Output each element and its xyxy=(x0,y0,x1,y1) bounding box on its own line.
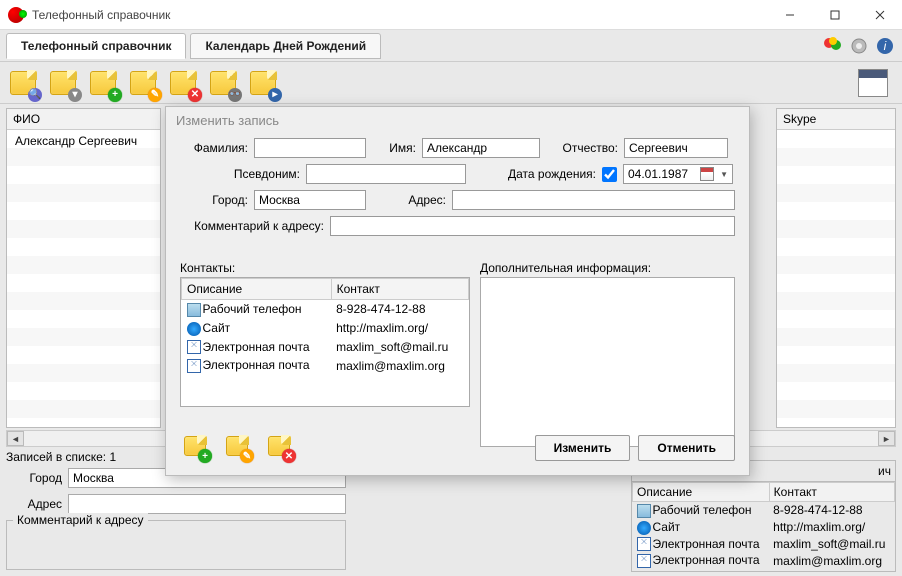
tool-export[interactable]: ▸ xyxy=(246,66,280,100)
table-row[interactable]: Сайтhttp://maxlim.org/ xyxy=(182,319,469,338)
globe-icon xyxy=(187,322,201,336)
contact-delete-button[interactable]: ✕ xyxy=(264,431,294,461)
apply-button[interactable]: Изменить xyxy=(535,435,631,461)
phone-icon xyxy=(637,504,651,518)
tabs-bar: Телефонный справочник Календарь Дней Рож… xyxy=(0,30,902,62)
contacts-preview-panel: ич ОписаниеКонтакт Рабочий телефон8-928-… xyxy=(631,460,896,572)
cancel-button[interactable]: Отменить xyxy=(638,435,735,461)
lastname-label: Фамилия: xyxy=(180,141,248,155)
dialog-buttons: Изменить Отменить xyxy=(535,435,735,461)
firstname-field[interactable] xyxy=(422,138,540,158)
birthdate-value: 04.01.1987 xyxy=(628,167,688,181)
tool-filter-lens[interactable]: 🔍 xyxy=(6,66,40,100)
tool-add[interactable]: + xyxy=(86,66,120,100)
tool-edit[interactable]: ✎ xyxy=(126,66,160,100)
window-title: Телефонный справочник xyxy=(32,8,767,22)
tab-directory[interactable]: Телефонный справочник xyxy=(6,33,186,59)
tool-filter-funnel[interactable]: ▾ xyxy=(46,66,80,100)
tool-delete[interactable]: ✕ xyxy=(166,66,200,100)
balloons-icon[interactable] xyxy=(822,35,844,57)
minimize-button[interactable] xyxy=(767,0,812,30)
mail-icon xyxy=(187,359,201,373)
contacts-section: Контакты: ОписаниеКонтакт Рабочий телефо… xyxy=(180,261,470,407)
address-comment-group: Комментарий к адресу xyxy=(6,520,346,570)
city-label: Город xyxy=(6,471,62,485)
contact-edit-button[interactable]: ✎ xyxy=(222,431,252,461)
close-button[interactable] xyxy=(857,0,902,30)
col-contact: Контакт xyxy=(331,279,468,300)
table-row[interactable]: Электронная почтаmaxlim@maxlim.org xyxy=(633,552,895,569)
records-count: Записей в списке: 1 xyxy=(6,450,116,464)
city-label: Город: xyxy=(180,193,248,207)
info-icon[interactable]: i xyxy=(874,35,896,57)
address-comment-label: Комментарий к адресу xyxy=(13,513,148,527)
settings-gear-icon[interactable] xyxy=(848,35,870,57)
tool-search[interactable]: 👓 xyxy=(206,66,240,100)
nickname-label: Псевдоним: xyxy=(180,167,300,181)
list-item[interactable]: Александр Сергеевич xyxy=(7,130,160,152)
table-row[interactable]: Электронная почтаmaxlim_soft@mail.ru xyxy=(182,338,469,357)
patronymic-label: Отчество: xyxy=(540,141,618,155)
contacts-label: Контакты: xyxy=(180,261,470,275)
scroll-left-button[interactable]: ◄ xyxy=(7,431,24,446)
record-summary-form: Город Адрес Комментарий к адресу xyxy=(6,468,346,570)
nickname-field[interactable] xyxy=(306,164,466,184)
address-label: Адрес: xyxy=(366,193,446,207)
phone-icon xyxy=(187,303,201,317)
contact-add-button[interactable]: + xyxy=(180,431,210,461)
address-label: Адрес xyxy=(6,497,62,511)
table-row[interactable]: Рабочий телефон8-928-474-12-88 xyxy=(182,300,469,319)
fio-header: ФИО xyxy=(7,109,160,130)
col-desc: Описание xyxy=(182,279,332,300)
calendar-icon[interactable] xyxy=(856,66,890,100)
globe-icon xyxy=(637,521,651,535)
table-row[interactable]: Электронная почтаmaxlim_soft@mail.ru xyxy=(633,536,895,553)
lastname-field[interactable] xyxy=(254,138,366,158)
contact-tools: + ✎ ✕ xyxy=(180,431,300,461)
address-field[interactable] xyxy=(452,190,735,210)
table-row[interactable]: Рабочий телефон8-928-474-12-88 xyxy=(633,502,895,519)
birthdate-label: Дата рождения: xyxy=(466,167,596,181)
birthdate-checkbox[interactable] xyxy=(602,167,617,182)
edit-record-dialog: Изменить запись Фамилия: Имя: Отчество: … xyxy=(165,106,750,476)
table-row[interactable]: Электронная почтаmaxlim@maxlim.org xyxy=(182,356,469,375)
scroll-right-button[interactable]: ► xyxy=(878,431,895,446)
table-row[interactable]: Сайтhttp://maxlim.org/ xyxy=(633,519,895,536)
dialog-title: Изменить запись xyxy=(166,107,749,134)
birthdate-picker[interactable]: 04.01.1987 ▼ xyxy=(623,164,733,184)
main-area: ФИО Александр Сергеевич Skype ◄ ► Записе… xyxy=(0,104,902,576)
mail-icon xyxy=(637,554,651,568)
firstname-label: Имя: xyxy=(366,141,416,155)
mail-icon xyxy=(637,537,651,551)
window-titlebar: Телефонный справочник xyxy=(0,0,902,30)
additional-info-textarea[interactable] xyxy=(480,277,735,447)
col-desc: Описание xyxy=(633,483,770,502)
tab-calendar[interactable]: Календарь Дней Рождений xyxy=(190,33,381,59)
patronymic-field[interactable] xyxy=(624,138,728,158)
svg-text:i: i xyxy=(884,39,887,53)
chevron-down-icon: ▼ xyxy=(720,170,728,179)
additional-info-section: Дополнительная информация: xyxy=(480,261,735,447)
main-toolbar: 🔍 ▾ + ✎ ✕ 👓 ▸ xyxy=(0,62,902,104)
addrcomment-field[interactable] xyxy=(330,216,735,236)
addrcomment-label: Комментарий к адресу: xyxy=(180,219,324,233)
app-icon xyxy=(8,7,24,23)
calendar-icon xyxy=(700,167,714,181)
mail-icon xyxy=(187,340,201,354)
skype-list[interactable]: Skype xyxy=(776,108,896,428)
maximize-button[interactable] xyxy=(812,0,857,30)
col-contact: Контакт xyxy=(769,483,894,502)
city-field[interactable] xyxy=(254,190,366,210)
additional-info-label: Дополнительная информация: xyxy=(480,261,735,275)
contacts-table[interactable]: ОписаниеКонтакт Рабочий телефон8-928-474… xyxy=(180,277,470,407)
address-field[interactable] xyxy=(68,494,346,514)
fio-list[interactable]: ФИО Александр Сергеевич xyxy=(6,108,161,428)
skype-header: Skype xyxy=(777,109,895,130)
